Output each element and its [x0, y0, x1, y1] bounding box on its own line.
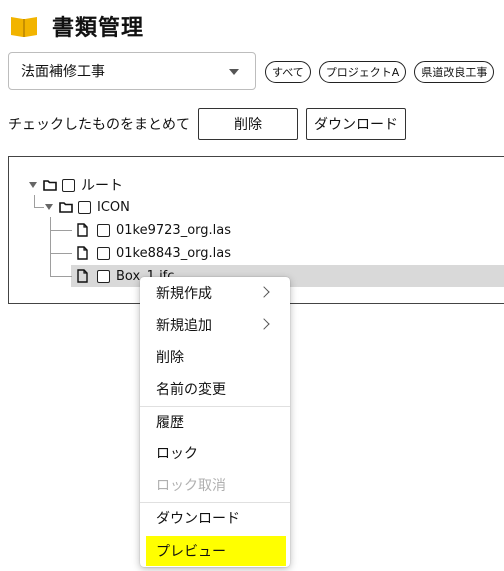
- chevron-right-icon: [258, 286, 270, 298]
- menu-item-preview[interactable]: プレビュー: [146, 536, 286, 566]
- bulk-delete-button[interactable]: 削除: [198, 108, 298, 140]
- book-icon: [11, 17, 37, 37]
- page-header: 書類管理: [10, 10, 144, 42]
- tree-connector: [34, 195, 35, 207]
- tree-connector: [50, 230, 72, 231]
- tree-node-folder[interactable]: ICON: [45, 197, 130, 217]
- filter-chip-all[interactable]: すべて: [265, 61, 311, 83]
- menu-item-unlock: ロック取消: [140, 470, 290, 500]
- bulk-download-button[interactable]: ダウンロード: [306, 108, 406, 140]
- expand-triangle-icon[interactable]: [45, 204, 53, 210]
- filter-chip-road-improvement[interactable]: 県道改良工事: [414, 61, 495, 83]
- menu-item-rename[interactable]: 名前の変更: [140, 374, 290, 404]
- checkbox[interactable]: [78, 200, 91, 214]
- checkbox[interactable]: [97, 223, 110, 237]
- folder-icon: [59, 201, 73, 213]
- menu-item-label: 履歴: [156, 415, 184, 431]
- menu-item-label: 新規作成: [156, 286, 212, 302]
- tree-node-label: 01ke8843_org.las: [116, 245, 231, 261]
- tree-connector: [50, 217, 51, 277]
- tree-node-file[interactable]: 01ke9723_org.las: [77, 220, 231, 240]
- menu-item-label: ロック取消: [156, 478, 226, 494]
- document-manager-page: 書類管理 法面補修工事 すべて プロジェクトA 県道改良工事 チェックしたものを…: [0, 0, 504, 571]
- chevron-down-icon: [229, 69, 239, 75]
- tree-connector: [50, 276, 72, 277]
- tree-node-label: 01ke9723_org.las: [116, 222, 231, 238]
- filter-chip-project-a[interactable]: プロジェクトA: [318, 61, 407, 83]
- chevron-right-icon: [258, 318, 270, 330]
- checkbox[interactable]: [97, 269, 110, 283]
- menu-item-lock[interactable]: ロック: [140, 438, 290, 468]
- checkbox[interactable]: [62, 178, 75, 192]
- tree-node-label: ICON: [97, 199, 130, 215]
- tree-connector: [34, 207, 44, 208]
- menu-item-label: 削除: [156, 350, 184, 366]
- menu-item-history[interactable]: 履歴: [140, 407, 290, 437]
- checkbox[interactable]: [97, 246, 110, 260]
- menu-item-delete[interactable]: 削除: [140, 342, 290, 372]
- menu-item-add[interactable]: 新規追加: [140, 310, 290, 340]
- file-icon: [77, 246, 88, 260]
- expand-triangle-icon[interactable]: [29, 182, 37, 188]
- project-select[interactable]: 法面補修工事: [8, 52, 256, 90]
- file-icon: [77, 269, 88, 283]
- menu-item-new[interactable]: 新規作成: [140, 278, 290, 308]
- menu-item-label: 名前の変更: [156, 382, 226, 398]
- menu-item-label: ロック: [156, 446, 198, 462]
- tree-node-root[interactable]: ルート: [29, 175, 123, 195]
- menu-item-label: 新規追加: [156, 318, 212, 334]
- file-icon: [77, 223, 88, 237]
- context-menu: 新規作成 新規追加 削除 名前の変更 履歴 ロック ロック取消 ダウンロード プ…: [140, 277, 290, 567]
- filter-chips: すべて プロジェクトA 県道改良工事: [265, 61, 495, 83]
- page-title: 書類管理: [52, 16, 145, 41]
- folder-icon: [43, 179, 57, 191]
- menu-item-label: プレビュー: [156, 544, 226, 560]
- project-select-value: 法面補修工事: [21, 64, 105, 80]
- tree-connector: [50, 253, 72, 254]
- tree-node-label: ルート: [81, 178, 123, 194]
- tree-node-file[interactable]: 01ke8843_org.las: [77, 243, 231, 263]
- menu-item-download[interactable]: ダウンロード: [140, 503, 290, 533]
- menu-item-label: ダウンロード: [156, 511, 240, 527]
- bulk-action-label: チェックしたものをまとめて: [8, 117, 190, 133]
